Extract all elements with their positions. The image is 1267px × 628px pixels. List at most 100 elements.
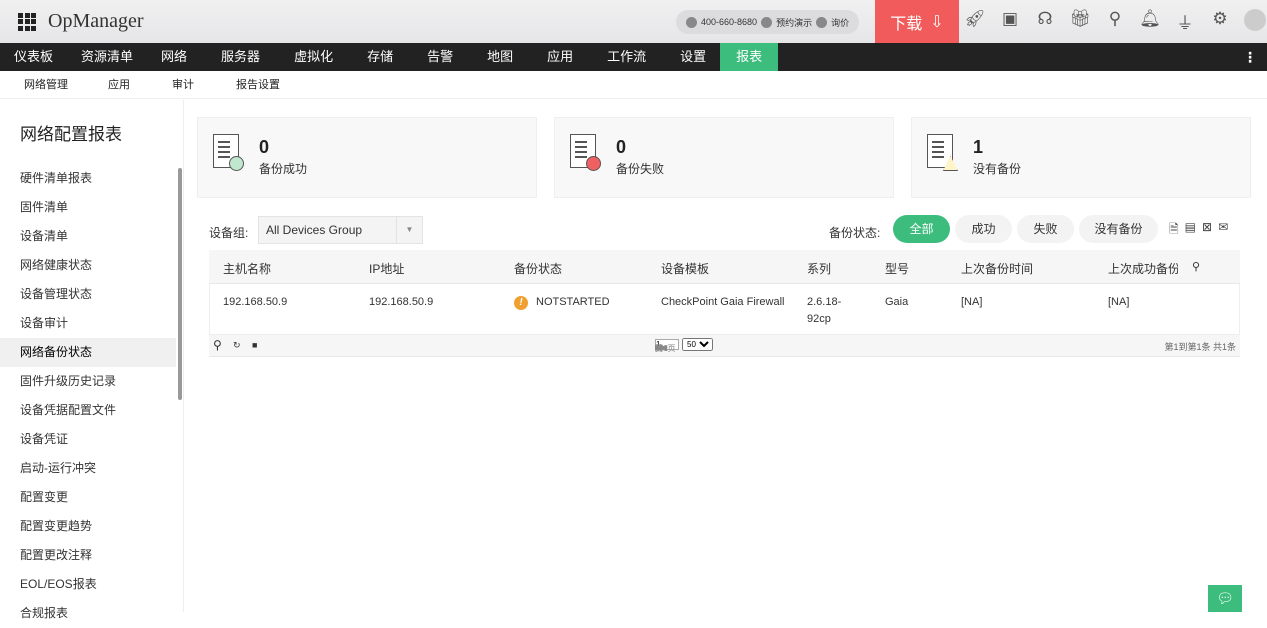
col-ip[interactable]: IP地址	[369, 260, 404, 277]
status-filter-none[interactable]: 没有备份	[1079, 215, 1158, 243]
nav-workflow[interactable]: 工作流	[587, 43, 660, 71]
subnav-report-settings[interactable]: 报告设置	[194, 71, 280, 98]
sidebar-item-active[interactable]: 网络备份状态	[0, 338, 176, 367]
col-backup-status[interactable]: 备份状态	[514, 260, 562, 277]
sidebar-item[interactable]: 固件清单	[0, 193, 176, 222]
nav-settings[interactable]: 设置	[660, 43, 720, 71]
col-hostname[interactable]: 主机名称	[223, 260, 271, 277]
warning-icon: !	[514, 296, 528, 310]
nav-storage[interactable]: 存储	[347, 43, 407, 71]
sidebar-item[interactable]: 启动-运行冲突	[0, 454, 176, 483]
nav-maps[interactable]: 地图	[467, 43, 527, 71]
sidebar-scrollbar[interactable]	[178, 168, 182, 400]
card-count: 0	[616, 137, 627, 157]
nav-virtualization[interactable]: 虚拟化	[274, 43, 347, 71]
refresh-icon[interactable]: ↻	[233, 340, 241, 351]
chevron-down-icon: ▼	[396, 217, 422, 243]
subnav-audit[interactable]: 审计	[130, 71, 194, 98]
more-menu-icon[interactable]: ⋮	[1243, 49, 1257, 66]
card-label: 备份失败	[616, 162, 665, 176]
device-group-select[interactable]: All Devices Group ▼	[258, 216, 423, 244]
app-logo[interactable]: OpManager	[18, 10, 144, 33]
backup-status-label: 备份状态:	[829, 226, 881, 240]
table-header: 主机名称 IP地址 备份状态 设备模板 系列 型号 上次备份时间 上次成功备份 …	[209, 250, 1240, 284]
sub-nav: 网络管理 应用 审计 报告设置	[0, 71, 1267, 99]
search-icon[interactable]: ⚲	[1192, 260, 1200, 273]
top-header: OpManager 400-660-8680 预约演示 询价 下载 ⇩ 🚀︎ ▣ …	[0, 0, 1267, 43]
chat-icon[interactable]: 💬︎	[1208, 585, 1242, 612]
sidebar-item[interactable]: 设备凭据配置文件	[0, 396, 176, 425]
headset-icon[interactable]: ☊	[1034, 9, 1056, 36]
nav-alarms[interactable]: 告警	[407, 43, 467, 71]
nav-reports[interactable]: 报表	[720, 43, 779, 71]
price-link[interactable]: 询价	[831, 16, 849, 29]
col-last-backup[interactable]: 上次备份时间	[961, 260, 1033, 277]
sidebar-item[interactable]: 设备审计	[0, 309, 176, 338]
sidebar-item[interactable]: 硬件清单报表	[0, 164, 176, 193]
main-content: 0 备份成功 0 备份失败 1 没有备份 设备组: All Devices Gr…	[185, 100, 1267, 612]
table-row[interactable]: 192.168.50.9 192.168.50.9 ! NOTSTARTED Ch…	[209, 284, 1240, 335]
rocket-icon[interactable]: 🚀︎	[964, 9, 986, 36]
card-label: 没有备份	[973, 162, 1022, 176]
excel-export-icon[interactable]: ⊠	[1202, 220, 1212, 241]
cell-series: 2.6.18-92cp	[807, 296, 842, 325]
app-grid-icon[interactable]	[18, 12, 36, 31]
col-series[interactable]: 系列	[807, 260, 831, 277]
sidebar-item[interactable]: 配置变更	[0, 483, 176, 512]
col-template[interactable]: 设备模板	[661, 260, 709, 277]
sidebar-item[interactable]: 合规报表	[0, 599, 176, 628]
page-size-select[interactable]: 50	[682, 338, 713, 351]
sidebar-item[interactable]: 网络健康状态	[0, 251, 176, 280]
cell-hostname[interactable]: 192.168.50.9	[223, 294, 287, 311]
app-title: OpManager	[48, 10, 144, 32]
col-model[interactable]: 型号	[885, 260, 909, 277]
doc-warning-icon	[927, 134, 958, 171]
nav-inventory[interactable]: 资源清单	[67, 43, 147, 71]
sidebar-item[interactable]: EOL/EOS报表	[0, 570, 176, 599]
avatar[interactable]	[1244, 9, 1266, 36]
status-filter-failed[interactable]: 失败	[1017, 215, 1074, 243]
col-last-success[interactable]: 上次成功备份	[1108, 260, 1178, 277]
sidebar-item[interactable]: 设备清单	[0, 222, 176, 251]
pdf-export-icon[interactable]: 🗎	[1169, 220, 1179, 241]
backup-success-card[interactable]: 0 备份成功	[197, 117, 537, 198]
status-filter-all[interactable]: 全部	[893, 215, 950, 243]
nav-dashboard[interactable]: 仪表板	[0, 43, 67, 71]
search-icon[interactable]: ⚲	[213, 338, 222, 352]
sidebar-item[interactable]: 配置更改注释	[0, 541, 176, 570]
sidebar-item[interactable]: 配置变更趋势	[0, 512, 176, 541]
sidebar-item[interactable]: 固件升级历史记录	[0, 367, 176, 396]
download-icon: ⇩	[930, 13, 944, 31]
email-icon[interactable]: ✉	[1218, 220, 1228, 241]
status-filter-success[interactable]: 成功	[955, 215, 1012, 243]
nav-apps[interactable]: 应用	[527, 43, 587, 71]
csv-export-icon[interactable]: ▤	[1185, 220, 1196, 241]
bell-icon[interactable]: 🔔︎	[1139, 9, 1161, 36]
phone-icon	[686, 16, 697, 28]
columns-icon[interactable]: ■	[252, 340, 257, 350]
no-backup-card[interactable]: 1 没有备份	[911, 117, 1251, 198]
gear-icon[interactable]: ⚙	[1209, 9, 1231, 36]
subnav-apps[interactable]: 应用	[68, 71, 130, 98]
presentation-icon[interactable]: ▣	[999, 9, 1021, 36]
subnav-network-mgmt[interactable]: 网络管理	[0, 71, 68, 98]
cell-template: CheckPoint Gaia Firewall	[661, 296, 785, 308]
plug-icon[interactable]: ⏚	[1174, 9, 1196, 36]
search-icon[interactable]: ⚲	[1104, 9, 1126, 36]
cell-last-backup: [NA]	[961, 296, 983, 308]
sidebar-title: 网络配置报表	[20, 125, 122, 144]
gift-icon[interactable]: 🎁︎	[1069, 9, 1091, 36]
download-button[interactable]: 下载 ⇩	[875, 0, 959, 43]
last-page-icon[interactable]: ⏭	[655, 343, 662, 353]
doc-success-icon	[213, 134, 244, 171]
table-footer: ⚲ ↻ ■ ⏮ ◀◀ 第 页 共1页 ▶▶ ⏭ 50 第1到第1条 共1条	[209, 335, 1240, 357]
sidebar-item[interactable]: 设备凭证	[0, 425, 176, 454]
main-nav: 仪表板 资源清单 网络 服务器 虚拟化 存储 告警 地图 应用 工作流 设置 报…	[0, 43, 1267, 71]
nav-servers[interactable]: 服务器	[201, 43, 274, 71]
nav-network[interactable]: 网络	[147, 43, 201, 71]
backup-failed-card[interactable]: 0 备份失败	[554, 117, 894, 198]
card-label: 备份成功	[259, 162, 308, 176]
demo-link[interactable]: 预约演示	[776, 16, 812, 29]
sidebar-item[interactable]: 设备管理状态	[0, 280, 176, 309]
phone-number[interactable]: 400-660-8680	[701, 17, 757, 27]
